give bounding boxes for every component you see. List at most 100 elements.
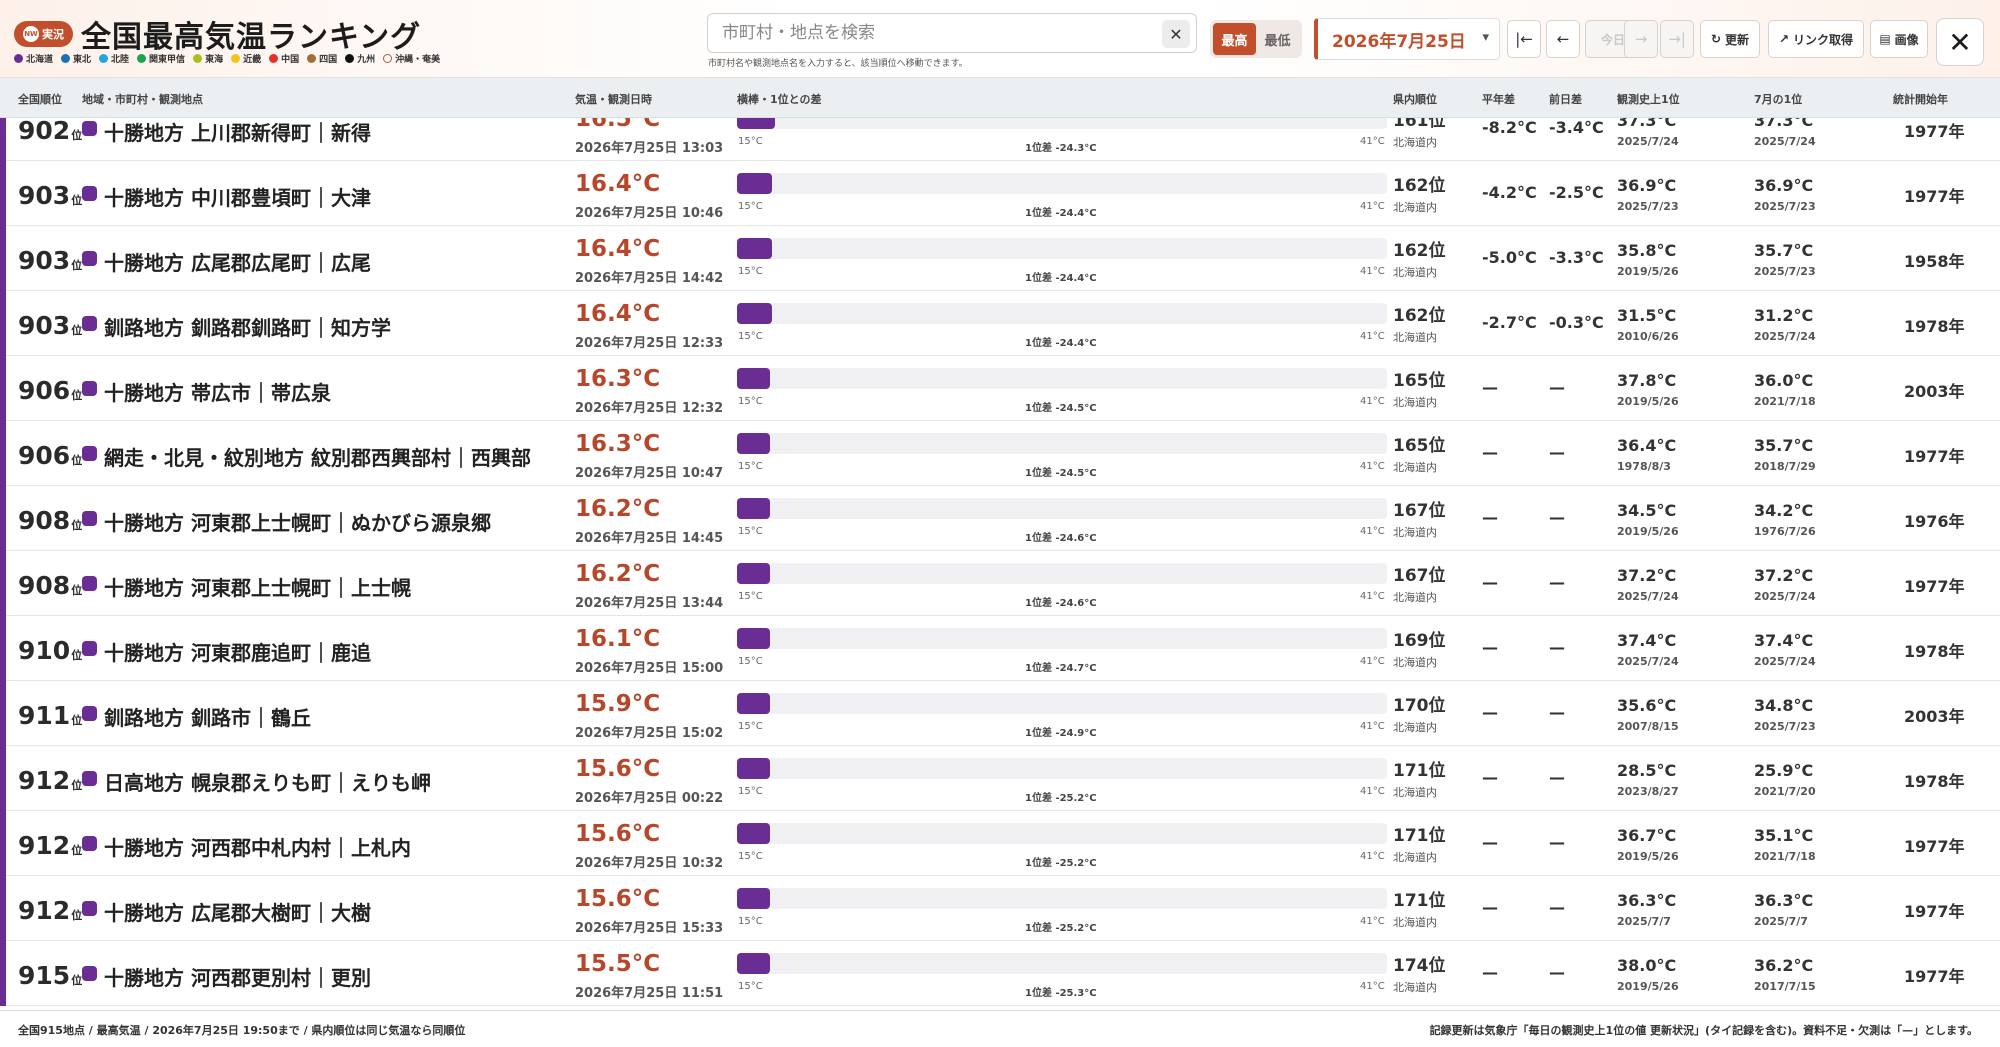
legend-label: 近畿 [243,55,262,65]
get-link-label: リンク取得 [1793,32,1854,47]
diff-from-first: 1位差 -25.3°C [1025,988,1097,999]
toggle-high-button[interactable]: 最高 [1213,23,1256,55]
get-link-button[interactable]: ↗ リンク取得 [1768,20,1864,58]
record-date: 2019/5/26 [1617,850,1679,863]
stats-start-year: 1977年 [1904,967,1965,986]
temp-bar-track [737,498,1387,519]
rank-number: 915 [18,961,71,990]
nav-first-button[interactable]: |← [1507,20,1541,58]
legend-item: 北海道 [14,52,53,65]
month-record-date: 2025/7/24 [1754,655,1816,668]
place-name: 十勝地方 広尾郡広尾町｜広尾 [104,251,371,275]
record-date: 2019/5/26 [1617,395,1679,408]
region-stripe [0,118,6,161]
table-row[interactable]: 910 位十勝地方 河東郡鹿追町｜鹿追 16.1°C 2026年7月25日 15:00… [0,616,2000,681]
table-row[interactable]: 912 位日高地方 幌泉郡えりも町｜えりも岬 15.6°C 2026年7月25日 00… [0,746,2000,811]
footer-note: 記録更新は気象庁「毎日の観測史上1位の値 更新状況」(タイ記録を含む)。資料不足… [1429,1024,1978,1037]
diff-from-previous-day: — [1549,443,1565,462]
place-name: 十勝地方 広尾郡大樹町｜大樹 [104,901,371,925]
month-record-temp: 35.1°C [1754,826,1814,845]
place-name: 十勝地方 河東郡上士幌町｜ぬかびら源泉郷 [104,511,491,535]
legend-dot [383,54,393,63]
diff-from-first: 1位差 -24.5°C [1025,468,1097,479]
nav-prev-button[interactable]: ← [1546,20,1580,58]
prefecture-rank: 174位 [1393,956,1446,976]
brand: NW 実況 全国最高気温ランキング [14,12,421,56]
temp-bar-track [737,173,1387,194]
rank-number: 908 [18,506,71,535]
diff-from-normal: — [1482,703,1498,722]
diff-from-normal: — [1482,508,1498,527]
temp-bar-fill [737,498,770,519]
record-date: 2010/6/26 [1617,330,1679,343]
toggle-low-button[interactable]: 最低 [1256,23,1299,55]
table-row[interactable]: 912 位十勝地方 河西郡中札内村｜上札内 15.6°C 2026年7月25日 10:… [0,811,2000,876]
month-record-temp: 34.8°C [1754,696,1814,715]
nav-last-button[interactable]: →| [1660,20,1694,58]
close-button[interactable]: ✕ [1936,18,1984,66]
temp-bar-fill [737,433,770,454]
bar-min-label: 15°C [738,721,763,732]
high-low-toggle: 最高 最低 [1210,20,1302,58]
legend-label: 東海 [205,55,224,65]
table-row[interactable]: 908 位十勝地方 河東郡上士幌町｜上士幌 16.2°C 2026年7月25日 13:… [0,551,2000,616]
stats-start-year: 1978年 [1904,317,1965,336]
table-row[interactable]: 903 位十勝地方 中川郡豊頃町｜大津 16.4°C 2026年7月25日 10:46… [0,161,2000,226]
stats-start-year: 1977年 [1904,577,1965,596]
table-row[interactable]: 902 位十勝地方 上川郡新得町｜新得 16.5°C 2026年7月25日 13:03… [0,118,2000,161]
table-row[interactable]: 912 位十勝地方 広尾郡大樹町｜大樹 15.6°C 2026年7月25日 15:33… [0,876,2000,941]
region-dot [82,186,97,201]
month-record-date: 2025/7/23 [1754,720,1816,733]
app-header: NW 実況 全国最高気温ランキング 北海道 東北 北陸 関東甲信 東海 近畿 中国 四国 九州 沖… [0,0,2000,78]
table-row[interactable]: 911 位釧路地方 釧路市｜鶴丘 15.9°C 2026年7月25日 15:02 15°… [0,681,2000,746]
prefecture-rank: 171位 [1393,891,1446,911]
date-select[interactable]: 2026年7月25日 ▾ [1314,18,1500,60]
record-temp: 35.8°C [1617,241,1677,260]
prefecture-area: 北海道内 [1393,331,1437,344]
diff-from-first: 1位差 -24.4°C [1025,208,1097,219]
temperature: 16.3°C [575,431,661,457]
record-temp: 36.3°C [1617,891,1677,910]
temp-bar-fill [737,628,770,649]
stats-start-year: 1977年 [1904,447,1965,466]
rank: 915 位 [18,961,82,990]
bar-min-label: 15°C [738,396,763,407]
chevron-down-icon: ▾ [1482,30,1489,45]
month-record-date: 2025/7/24 [1754,590,1816,603]
table-row[interactable]: 906 位十勝地方 帯広市｜帯広泉 16.3°C 2026年7月25日 12:32 15… [0,356,2000,421]
rank-number: 911 [18,701,71,730]
region-stripe [0,681,6,746]
diff-from-previous-day: — [1549,573,1565,592]
place-name: 十勝地方 河西郡中札内村｜上札内 [104,836,411,860]
temperature: 16.4°C [575,301,661,327]
legend-dot [99,54,109,63]
region-stripe [0,161,6,226]
observation-time: 2026年7月25日 10:32 [575,856,724,871]
region-stripe [0,226,6,291]
table-row[interactable]: 908 位十勝地方 河東郡上士幌町｜ぬかびら源泉郷 16.2°C 2026年7月25日… [0,486,2000,551]
region-dot [82,511,97,526]
bar-max-label: 41°C [1360,721,1385,732]
place-name: 十勝地方 帯広市｜帯広泉 [104,381,331,405]
table-row[interactable]: 906 位網走・北見・紋別地方 紋別郡西興部村｜西興部 16.3°C 2026年7月2… [0,421,2000,486]
legend-dot [14,54,23,63]
refresh-button[interactable]: ↻ 更新 [1700,20,1760,58]
search-input[interactable] [722,23,1142,43]
prefecture-area: 北海道内 [1393,201,1437,214]
table-row[interactable]: 915 位十勝地方 河西郡更別村｜更別 15.5°C 2026年7月25日 11:51… [0,941,2000,1006]
record-date: 2019/5/26 [1617,525,1679,538]
bar-min-label: 15°C [738,201,763,212]
observation-time: 2026年7月25日 12:33 [575,336,724,351]
nav-next-button[interactable]: → [1624,20,1658,58]
table-row[interactable]: 903 位釧路地方 釧路郡釧路町｜知方学 16.4°C 2026年7月25日 12:3… [0,291,2000,356]
record-temp: 37.3°C [1617,118,1677,130]
region-dot [82,316,97,331]
place-name: 十勝地方 上川郡新得町｜新得 [104,121,371,145]
image-button[interactable]: ▤ 画像 [1870,20,1928,58]
record-temp: 36.9°C [1617,176,1677,195]
legend-item: 近畿 [231,52,261,65]
search-clear-button[interactable]: ✕ [1162,20,1190,48]
table-row[interactable]: 903 位十勝地方 広尾郡広尾町｜広尾 16.4°C 2026年7月25日 14:42… [0,226,2000,291]
region-stripe [0,486,6,551]
prefecture-area: 北海道内 [1393,721,1437,734]
